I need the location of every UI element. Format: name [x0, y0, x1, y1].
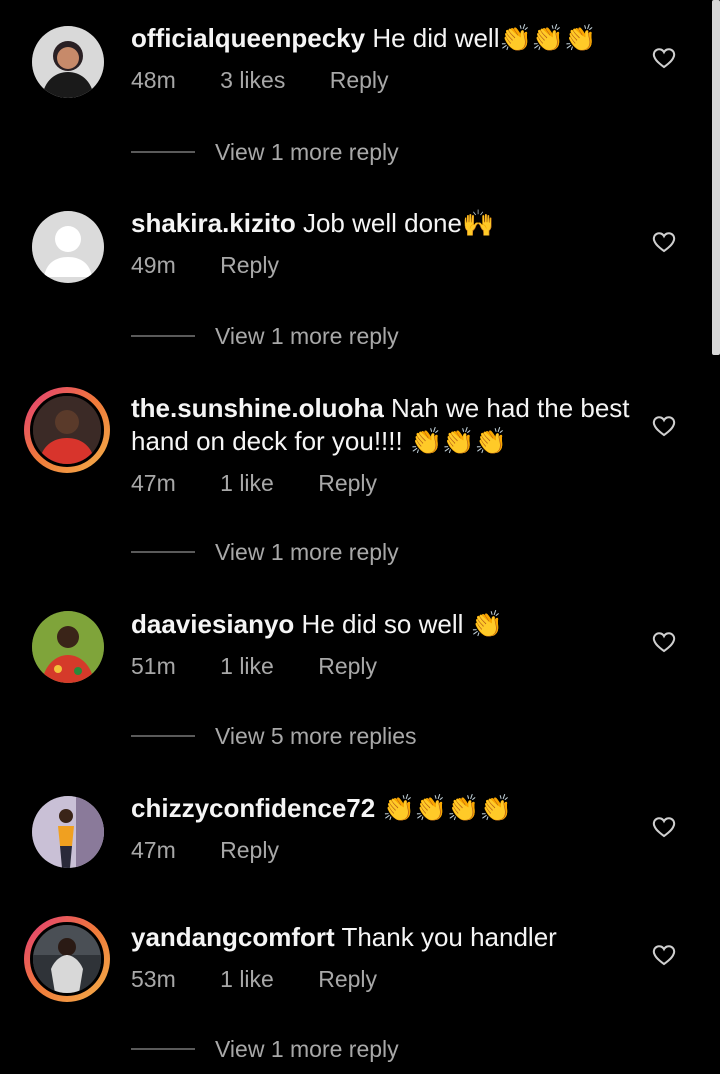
- avatar-story-ring[interactable]: [24, 916, 110, 1002]
- likes-count[interactable]: 1 like: [220, 966, 274, 992]
- avatar[interactable]: [32, 611, 104, 683]
- clap-emoji: 👏👏👏: [499, 23, 597, 53]
- likes-count[interactable]: 1 like: [220, 470, 274, 496]
- heart-outline-icon[interactable]: [652, 630, 676, 654]
- view-more-replies[interactable]: View 1 more reply: [131, 137, 399, 167]
- avatar[interactable]: [32, 796, 104, 868]
- avatar[interactable]: [32, 211, 104, 283]
- comment-body: He did well: [372, 23, 500, 53]
- comment-meta: 48m 3 likes Reply: [131, 65, 640, 95]
- reply-button[interactable]: Reply: [330, 67, 389, 93]
- heart-outline-icon[interactable]: [652, 230, 676, 254]
- heart-outline-icon[interactable]: [652, 943, 676, 967]
- avatar-story-ring[interactable]: [24, 387, 110, 473]
- view-more-replies[interactable]: View 1 more reply: [131, 1034, 399, 1064]
- view-more-replies[interactable]: View 1 more reply: [131, 537, 399, 567]
- reply-button[interactable]: Reply: [220, 837, 279, 863]
- comment-body: He did so well: [301, 609, 464, 639]
- username[interactable]: yandangcomfort: [131, 922, 335, 952]
- timestamp: 53m: [131, 966, 176, 992]
- timestamp: 47m: [131, 837, 176, 863]
- username[interactable]: daaviesianyo: [131, 609, 294, 639]
- username[interactable]: shakira.kizito: [131, 208, 296, 238]
- comment-meta: 51m 1 like Reply: [131, 651, 640, 681]
- divider: [131, 735, 195, 737]
- view-more-label[interactable]: View 1 more reply: [215, 539, 399, 566]
- view-more-label[interactable]: View 5 more replies: [215, 723, 417, 750]
- view-more-label[interactable]: View 1 more reply: [215, 323, 399, 350]
- reply-button[interactable]: Reply: [318, 653, 377, 679]
- comment-text: officialqueenpecky He did well👏👏👏: [131, 22, 640, 55]
- timestamp: 47m: [131, 470, 176, 496]
- heart-outline-icon[interactable]: [652, 815, 676, 839]
- view-more-replies[interactable]: View 5 more replies: [131, 721, 417, 751]
- raised-hands-emoji: 🙌: [461, 208, 495, 238]
- timestamp: 49m: [131, 252, 176, 278]
- comment-meta: 49m Reply: [131, 250, 640, 280]
- comment-meta: 47m Reply: [131, 835, 640, 865]
- comment-text: yandangcomfort Thank you handler: [131, 921, 640, 954]
- comment-meta: 53m 1 like Reply: [131, 964, 640, 994]
- divider: [131, 151, 195, 153]
- timestamp: 51m: [131, 653, 176, 679]
- username[interactable]: the.sunshine.oluoha: [131, 393, 384, 423]
- view-more-label[interactable]: View 1 more reply: [215, 1036, 399, 1063]
- username[interactable]: chizzyconfidence72: [131, 793, 375, 823]
- comment-meta: 47m 1 like Reply: [131, 468, 640, 498]
- reply-button[interactable]: Reply: [318, 966, 377, 992]
- comment-text: chizzyconfidence72 👏👏👏👏: [131, 792, 640, 825]
- view-more-label[interactable]: View 1 more reply: [215, 139, 399, 166]
- view-more-replies[interactable]: View 1 more reply: [131, 321, 399, 351]
- comment-text: shakira.kizito Job well done🙌: [131, 207, 640, 240]
- heart-outline-icon[interactable]: [652, 46, 676, 70]
- timestamp: 48m: [131, 67, 176, 93]
- avatar[interactable]: [32, 26, 104, 98]
- clap-emoji: 👏👏👏: [409, 426, 508, 456]
- comment-text: the.sunshine.oluoha Nah we had the best …: [131, 392, 640, 458]
- likes-count[interactable]: 1 like: [220, 653, 274, 679]
- reply-button[interactable]: Reply: [220, 252, 279, 278]
- comment-text: daaviesianyo He did so well 👏: [131, 608, 640, 641]
- comment-body: Job well done: [302, 208, 462, 238]
- divider: [131, 335, 195, 337]
- divider: [131, 1048, 195, 1050]
- clap-emoji: 👏👏👏👏: [382, 793, 512, 823]
- heart-outline-icon[interactable]: [652, 414, 676, 438]
- comment-body: Thank you handler: [341, 922, 557, 952]
- scrollbar[interactable]: [712, 0, 720, 355]
- clap-emoji: 👏: [470, 609, 504, 639]
- divider: [131, 551, 195, 553]
- reply-button[interactable]: Reply: [318, 470, 377, 496]
- likes-count[interactable]: 3 likes: [220, 67, 285, 93]
- username[interactable]: officialqueenpecky: [131, 23, 365, 53]
